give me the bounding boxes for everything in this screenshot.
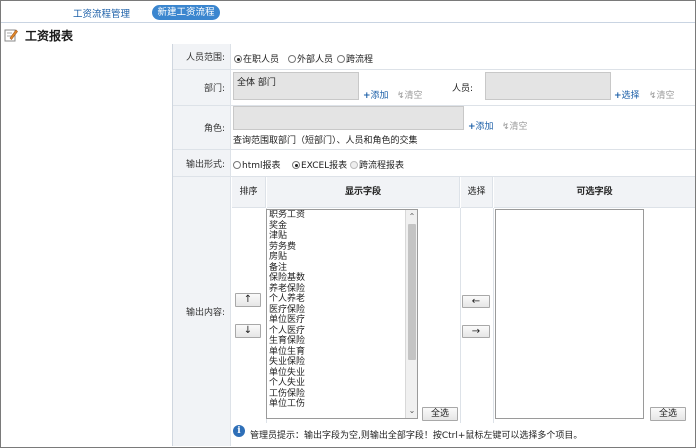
- display-select-all-button[interactable]: 全选: [422, 407, 458, 421]
- role-label: 角色:: [173, 106, 231, 149]
- display-field-option[interactable]: 工伤保险: [267, 389, 417, 400]
- role-field[interactable]: [233, 106, 464, 130]
- radio-cross-icon[interactable]: [337, 55, 345, 63]
- move-left-button[interactable]: ←: [462, 295, 490, 308]
- display-fields-listbox[interactable]: 职务工资 奖金 津贴 劳务费 房贴 备注 保险基数 养老保险 个人养老 医疗保险 单位医疗 个人医疗生…: [266, 209, 418, 419]
- radio-active-icon[interactable]: [234, 55, 242, 63]
- dept-row: 部门: 全体 部门 +添加 ↯清空 人员: +选择 ↯清空: [173, 70, 695, 106]
- dept-add-button[interactable]: +添加: [363, 88, 389, 101]
- dept-label: 部门:: [173, 70, 231, 105]
- scope-option-active[interactable]: 在职人员: [234, 52, 279, 65]
- clear-icon: ↯: [502, 122, 510, 132]
- page-title: 工资报表: [25, 29, 74, 43]
- dept-clear-button[interactable]: ↯清空: [397, 88, 423, 101]
- move-right-button[interactable]: →: [462, 325, 490, 338]
- dept-field[interactable]: 全体 部门: [233, 72, 359, 100]
- format-option-excel[interactable]: EXCEL报表: [292, 158, 347, 171]
- output-format-row: 输出形式: html报表 EXCEL报表 跨流程报表: [173, 150, 695, 177]
- col-sort-header: 排序: [232, 177, 266, 208]
- scope-label: 人员范围:: [173, 44, 231, 69]
- available-select-all-button[interactable]: 全选: [650, 407, 686, 421]
- clear-icon: ↯: [649, 91, 657, 101]
- role-row: 角色: +添加 ↯清空 查询范围取部门（短部门）、人员和角色的交集: [173, 106, 695, 150]
- radio-html-icon[interactable]: [233, 161, 241, 169]
- scope-option-cross[interactable]: 跨流程: [337, 52, 373, 65]
- radio-external-icon[interactable]: [288, 55, 296, 63]
- person-select-button[interactable]: +选择: [614, 88, 640, 101]
- plus-icon: +: [614, 91, 622, 101]
- display-field-option[interactable]: 津贴: [267, 231, 417, 242]
- move-down-button[interactable]: ↓: [235, 324, 261, 338]
- col-select-header: 选择: [461, 177, 493, 208]
- display-field-option[interactable]: 个人失业: [267, 378, 417, 389]
- scroll-thumb[interactable]: [408, 224, 416, 360]
- display-fields-items: 职务工资 奖金 津贴 劳务费 房贴 备注 保险基数 养老保险 个人养老 医疗保险 单位医疗 个人医疗生…: [267, 210, 417, 410]
- display-field-option[interactable]: 职务工资: [267, 210, 417, 221]
- tab-salary-flow-manage[interactable]: 工资流程管理: [73, 6, 130, 20]
- role-hint: 查询范围取部门（短部门）、人员和角色的交集: [233, 136, 418, 146]
- person-label: 人员:: [452, 84, 474, 94]
- scope-row: 人员范围: 在职人员 外部人员 跨流程: [173, 44, 695, 70]
- display-field-option[interactable]: 劳务费: [267, 242, 417, 253]
- available-fields-listbox[interactable]: [495, 209, 644, 419]
- plus-icon: +: [468, 122, 476, 132]
- display-field-option[interactable]: 生育保险: [267, 336, 417, 347]
- display-field-option[interactable]: 奖金: [267, 221, 417, 232]
- display-field-option[interactable]: 单位失业: [267, 368, 417, 379]
- display-field-option[interactable]: 个人医疗: [267, 326, 417, 337]
- output-content-label: 输出内容:: [173, 177, 231, 446]
- scroll-down-icon[interactable]: ⌄: [406, 405, 417, 417]
- admin-tip: 管理员提示：输出字段为空,则输出全部字段！按Ctrl+鼠标左键可以选择多个项目。: [250, 431, 583, 441]
- scope-option-external[interactable]: 外部人员: [288, 52, 333, 65]
- move-up-button[interactable]: ↑: [235, 293, 261, 307]
- format-option-cross[interactable]: 跨流程报表: [350, 158, 404, 171]
- display-field-option[interactable]: 养老保险: [267, 284, 417, 295]
- top-nav: 工资流程管理 新建工资流程: [1, 1, 695, 23]
- col-available-header: 可选字段: [494, 177, 695, 208]
- display-field-option[interactable]: 单位生育: [267, 347, 417, 358]
- radio-excel-icon[interactable]: [292, 161, 300, 169]
- clear-icon: ↯: [397, 91, 405, 101]
- col-divider: [460, 208, 461, 423]
- role-clear-button[interactable]: ↯清空: [502, 119, 528, 132]
- display-field-option[interactable]: 单位工伤: [267, 399, 417, 410]
- plus-icon: +: [363, 91, 371, 101]
- role-add-button[interactable]: +添加: [468, 119, 494, 132]
- radio-cross-report-icon[interactable]: [350, 161, 358, 169]
- scroll-up-icon[interactable]: ⌃: [406, 211, 417, 223]
- col-display-header: 显示字段: [267, 177, 460, 208]
- info-icon: i: [233, 425, 245, 437]
- person-clear-button[interactable]: ↯清空: [649, 88, 675, 101]
- display-field-option[interactable]: 失业保险: [267, 357, 417, 368]
- display-field-option[interactable]: 个人养老: [267, 294, 417, 305]
- format-option-html[interactable]: html报表: [233, 158, 281, 171]
- display-field-option[interactable]: 备注: [267, 263, 417, 274]
- tab-new-salary-flow[interactable]: 新建工资流程: [152, 5, 220, 20]
- display-scrollbar[interactable]: ⌃ ⌄: [405, 210, 417, 418]
- person-field[interactable]: [485, 72, 611, 100]
- display-field-option[interactable]: 医疗保险: [267, 305, 417, 316]
- display-field-option[interactable]: 单位医疗: [267, 315, 417, 326]
- output-format-label: 输出形式:: [173, 150, 231, 176]
- display-field-option[interactable]: 房贴: [267, 252, 417, 263]
- display-field-option[interactable]: 保险基数: [267, 273, 417, 284]
- dept-value: 全体 部门: [237, 78, 276, 88]
- col-divider: [493, 208, 494, 423]
- edit-icon: [4, 29, 18, 42]
